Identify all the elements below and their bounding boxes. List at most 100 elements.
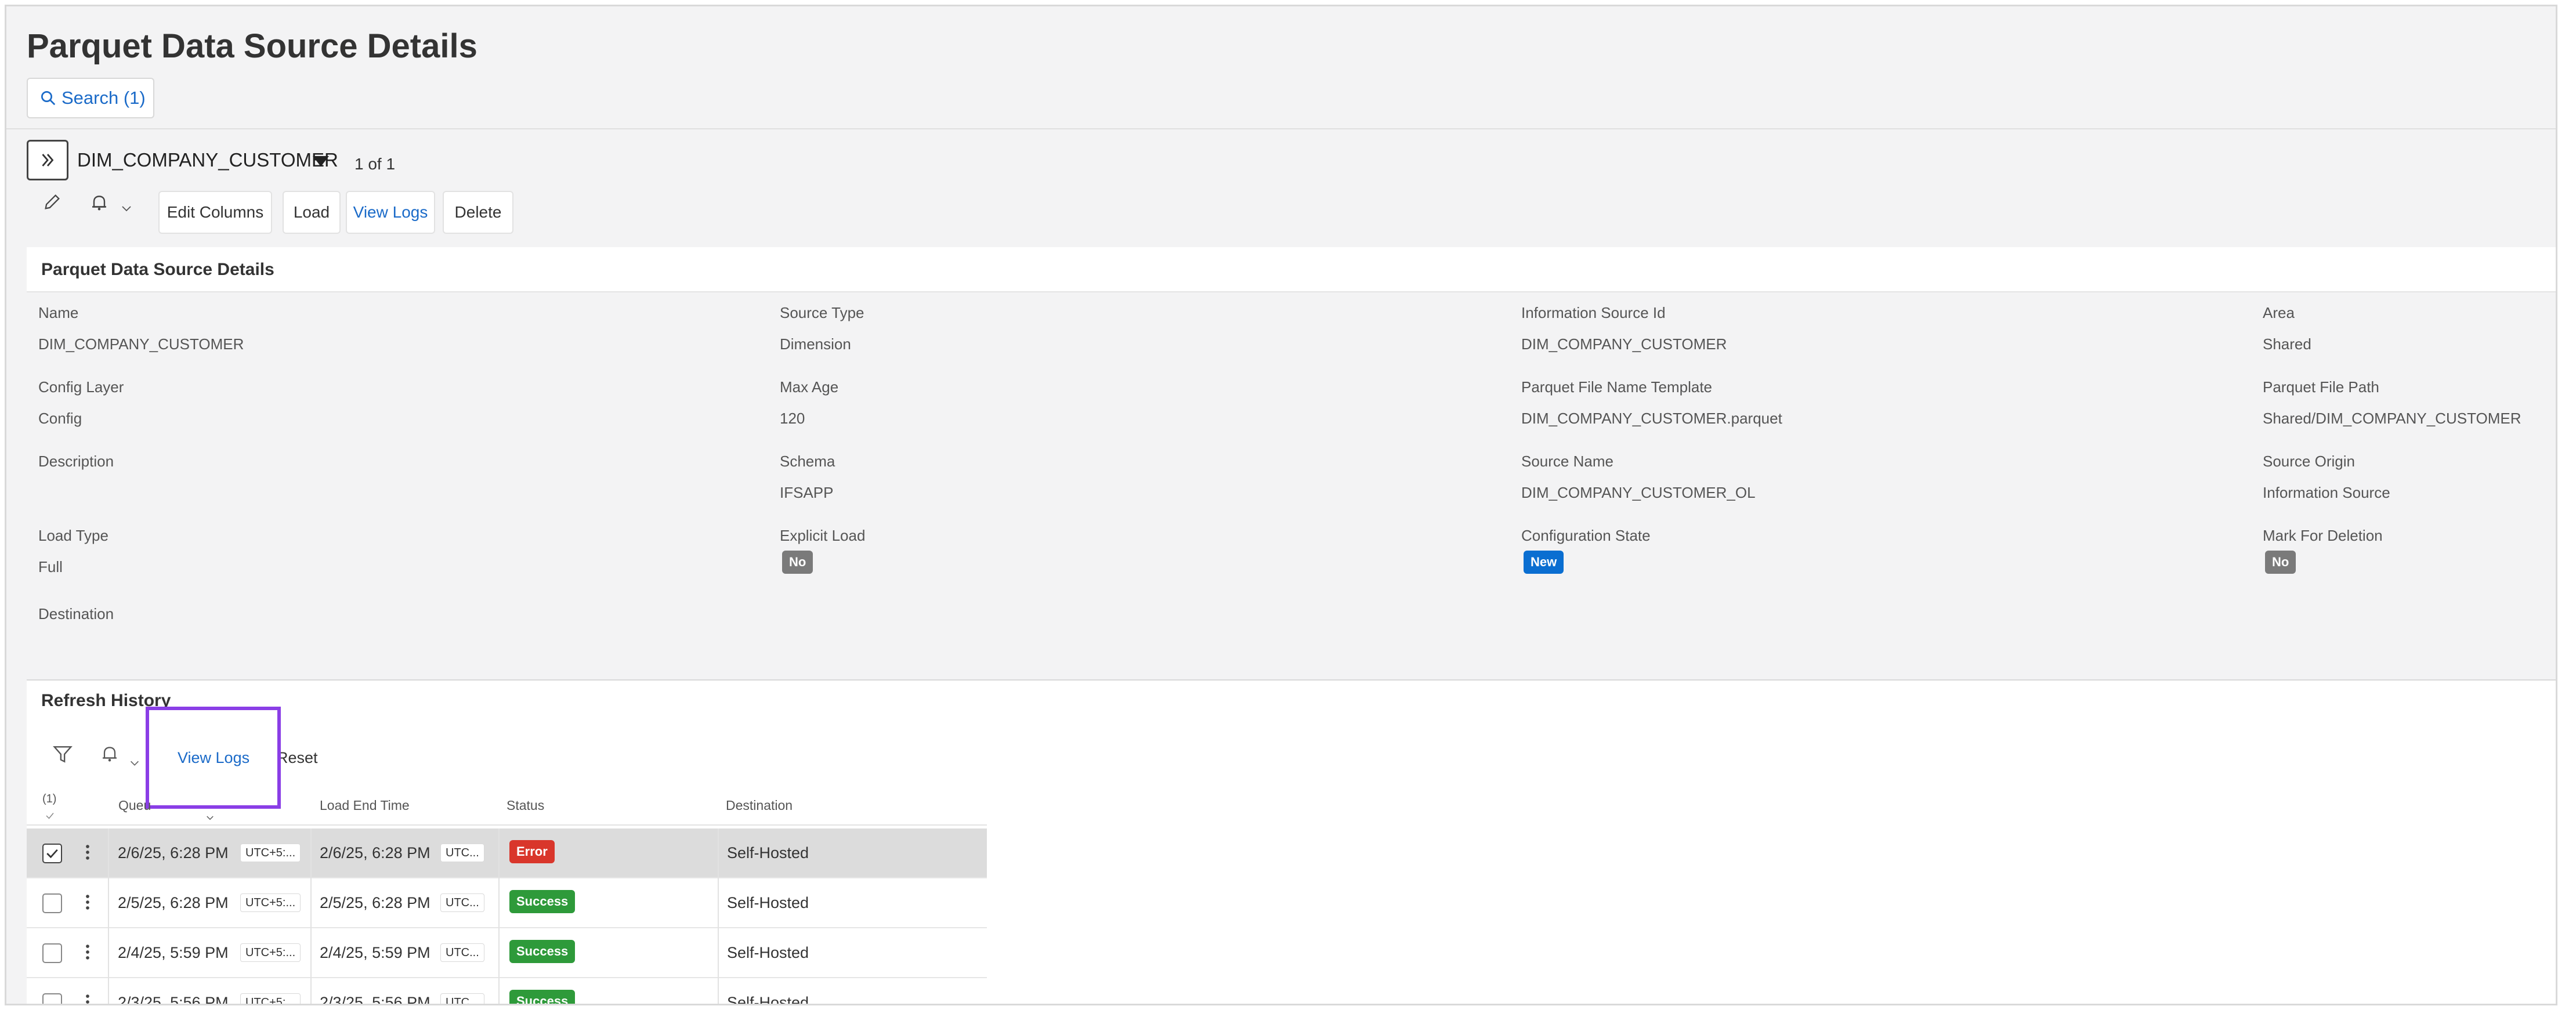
queue-time-zone: UTC+5:... <box>240 943 301 962</box>
status-badge: Success <box>509 940 576 963</box>
checkmark-icon <box>46 849 58 859</box>
bell-icon[interactable] <box>89 192 110 218</box>
field-label-max-age: Max Age <box>780 378 839 396</box>
double-chevron-right-icon <box>42 154 54 167</box>
queue-time-zone: UTC+5:... <box>240 893 301 912</box>
field-label-name: Name <box>38 304 79 321</box>
row-checkbox[interactable] <box>42 993 62 1004</box>
queue-time-zone: UTC+5:... <box>240 993 301 1004</box>
column-divider <box>718 978 719 1004</box>
row-more-options-icon[interactable] <box>84 842 92 865</box>
view-logs-button[interactable]: View Logs <box>346 191 435 234</box>
column-divider <box>718 928 719 978</box>
destination-value: Self-Hosted <box>727 994 809 1005</box>
bell-icon[interactable] <box>99 743 120 769</box>
column-divider <box>498 828 500 878</box>
column-header-queue-time[interactable]: Queu <box>118 798 151 813</box>
column-divider <box>108 878 109 928</box>
field-label-config-layer: Config Layer <box>38 378 124 396</box>
field-value-name: DIM_COMPANY_CUSTOMER <box>38 335 244 353</box>
field-label-schema: Schema <box>780 453 835 470</box>
field-label-area: Area <box>2263 304 2295 321</box>
field-value-source-name: DIM_COMPANY_CUSTOMER_OL <box>1521 484 1756 501</box>
load-end-time-value: 2/4/25, 5:59 PM <box>320 944 430 961</box>
edit-pencil-icon[interactable] <box>42 192 62 217</box>
row-more-options-icon[interactable] <box>84 892 92 915</box>
row-checkbox[interactable] <box>42 943 62 963</box>
filter-icon[interactable] <box>52 743 74 770</box>
field-label-parquet-file-path: Parquet File Path <box>2263 378 2379 396</box>
row-checkbox[interactable] <box>42 844 62 863</box>
caret-down-icon[interactable] <box>313 156 329 167</box>
record-selector[interactable]: DIM_COMPANY_CUSTOMER <box>77 149 338 171</box>
record-counter: 1 of 1 <box>354 155 396 173</box>
column-divider <box>108 978 109 1004</box>
status-badge: Success <box>509 890 576 913</box>
queue-time-value: 2/5/25, 6:28 PM <box>118 894 229 911</box>
row-more-options-icon[interactable] <box>84 942 92 965</box>
column-divider <box>310 828 312 878</box>
edit-columns-button[interactable]: Edit Columns <box>158 191 272 234</box>
load-end-time-value: 2/3/25, 5:56 PM <box>320 994 430 1005</box>
expand-navigator-button[interactable] <box>27 140 68 180</box>
mark-for-deletion-badge: No <box>2265 551 2296 574</box>
destination-value: Self-Hosted <box>727 844 809 862</box>
field-label-explicit-load: Explicit Load <box>780 527 866 544</box>
history-view-logs-button[interactable]: View Logs <box>178 749 249 767</box>
column-header-status[interactable]: Status <box>506 798 544 813</box>
column-divider <box>108 828 109 878</box>
column-divider <box>108 928 109 978</box>
load-end-time-zone: UTC... <box>440 993 484 1004</box>
column-divider <box>718 828 719 878</box>
column-divider <box>310 928 312 978</box>
field-label-configuration-state: Configuration State <box>1521 527 1651 544</box>
queue-time-value: 2/4/25, 5:59 PM <box>118 944 229 961</box>
field-label-description: Description <box>38 453 114 470</box>
queue-time-value: 2/6/25, 6:28 PM <box>118 844 229 862</box>
column-divider <box>498 928 500 978</box>
status-badge: Success <box>509 990 576 1004</box>
field-value-source-origin: Information Source <box>2263 484 2390 501</box>
load-end-time-value: 2/6/25, 6:28 PM <box>320 844 430 862</box>
row-checkbox[interactable] <box>42 893 62 913</box>
configuration-state-badge: New <box>1524 551 1564 574</box>
field-value-parquet-file-name-template: DIM_COMPANY_CUSTOMER.parquet <box>1521 410 1782 427</box>
search-button-label: Search (1) <box>61 88 146 108</box>
field-value-source-type: Dimension <box>780 335 851 353</box>
table-header-divider <box>27 824 987 826</box>
queue-time-value: 2/3/25, 5:56 PM <box>118 994 229 1005</box>
explicit-load-badge: No <box>782 551 813 574</box>
details-header: Parquet Data Source Details <box>27 247 2556 292</box>
chevron-down-icon[interactable] <box>128 750 141 775</box>
load-end-time-zone: UTC... <box>440 943 484 962</box>
reset-button[interactable]: Reset <box>277 749 318 767</box>
load-button[interactable]: Load <box>283 191 341 234</box>
delete-button[interactable]: Delete <box>443 191 513 234</box>
field-value-max-age: 120 <box>780 410 805 427</box>
field-label-mark-for-deletion: Mark For Deletion <box>2263 527 2383 544</box>
details-panel: Parquet Data Source Details Name DIM_COM… <box>27 247 2556 674</box>
destination-value: Self-Hosted <box>727 944 809 961</box>
field-label-source-type: Source Type <box>780 304 864 321</box>
chevron-down-icon[interactable] <box>120 198 133 220</box>
column-divider <box>310 878 312 928</box>
row-more-options-icon[interactable] <box>84 992 92 1004</box>
field-value-config-layer: Config <box>38 410 82 427</box>
search-button[interactable]: Search (1) <box>27 78 154 118</box>
field-value-schema: IFSAPP <box>780 484 834 501</box>
selected-count: (1) <box>42 793 57 805</box>
queue-time-zone: UTC+5:... <box>240 844 301 862</box>
field-value-area: Shared <box>2263 335 2311 353</box>
destination-value: Self-Hosted <box>727 894 809 911</box>
load-end-time-zone: UTC... <box>440 844 484 862</box>
select-all-check-icon[interactable] <box>45 810 55 824</box>
page-title: Parquet Data Source Details <box>27 27 477 65</box>
field-label-parquet-file-name-template: Parquet File Name Template <box>1521 378 1713 396</box>
field-label-information-source-id: Information Source Id <box>1521 304 1666 321</box>
page-container: Parquet Data Source Details Search (1) D… <box>5 5 2557 1005</box>
column-header-load-end-time[interactable]: Load End Time <box>320 798 410 813</box>
field-value-parquet-file-path: Shared/DIM_COMPANY_CUSTOMER <box>2263 410 2521 427</box>
field-value-information-source-id: DIM_COMPANY_CUSTOMER <box>1521 335 1727 353</box>
column-header-destination[interactable]: Destination <box>726 798 793 813</box>
load-end-time-zone: UTC... <box>440 893 484 912</box>
